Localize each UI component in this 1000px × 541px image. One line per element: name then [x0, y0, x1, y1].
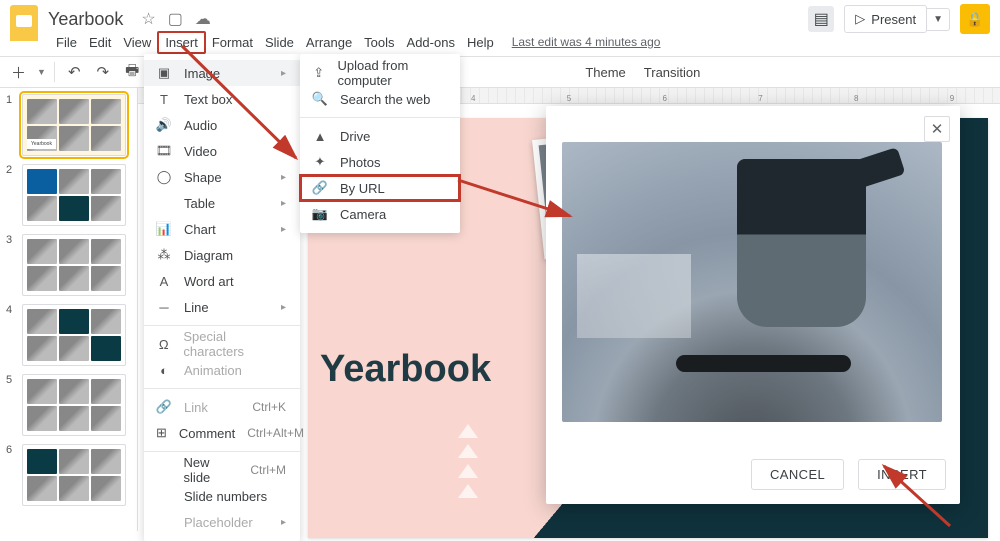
- insert-by-url-dialog: ✕ CANCEL INSERT: [546, 106, 960, 504]
- drive-icon: ▲: [312, 128, 328, 144]
- menu-tools[interactable]: Tools: [358, 33, 400, 52]
- cancel-button[interactable]: CANCEL: [751, 459, 844, 490]
- slide-thumb[interactable]: [22, 164, 126, 226]
- menu-upload-computer[interactable]: ⇪Upload from computer: [300, 60, 460, 86]
- textbox-icon: T: [156, 91, 172, 107]
- menu-edit[interactable]: Edit: [83, 33, 117, 52]
- slide-thumb[interactable]: [22, 234, 126, 296]
- menu-arrange[interactable]: Arrange: [300, 33, 358, 52]
- menu-photos[interactable]: ✦Photos: [300, 149, 460, 175]
- menu-by-url[interactable]: 🔗By URL: [300, 175, 460, 201]
- share-lock-button[interactable]: 🔒: [960, 4, 990, 34]
- last-edit-link[interactable]: Last edit was 4 minutes ago: [512, 35, 661, 49]
- slide-title-text[interactable]: Yearbook: [320, 348, 491, 391]
- audio-icon: 🔊: [156, 117, 172, 133]
- menu-slide[interactable]: Slide: [259, 33, 300, 52]
- comment-icon: ▤: [814, 9, 829, 29]
- close-icon: ✕: [931, 120, 944, 138]
- thumb-number: 6: [6, 444, 16, 506]
- menu-insert-special[interactable]: ΩSpecial characters: [144, 331, 300, 357]
- thumb-number: 5: [6, 374, 16, 436]
- tab-transition[interactable]: Transition: [644, 65, 701, 80]
- menu-help[interactable]: Help: [461, 33, 500, 52]
- menu-insert-shape[interactable]: ◯Shape▸: [144, 164, 300, 190]
- upload-icon: ⇪: [312, 65, 326, 81]
- menu-insert-animation[interactable]: ◐Animation: [144, 357, 300, 383]
- menu-insert-textbox[interactable]: TText box: [144, 86, 300, 112]
- menu-insert-slidenum[interactable]: Slide numbers: [144, 483, 300, 509]
- shape-icon: ◯: [156, 169, 172, 185]
- menu-insert[interactable]: Insert: [157, 31, 206, 54]
- menu-insert-table[interactable]: Table▸: [144, 190, 300, 216]
- menu-insert-video[interactable]: 🎞Video: [144, 138, 300, 164]
- menu-insert-comment[interactable]: ⊞CommentCtrl+Alt+M: [144, 420, 300, 446]
- menu-bar: File Edit View Insert Format Slide Arran…: [0, 32, 1000, 56]
- photos-icon: ✦: [312, 154, 328, 170]
- menu-insert-placeholder[interactable]: Placeholder▸: [144, 509, 300, 535]
- menu-format[interactable]: Format: [206, 33, 259, 52]
- star-icon[interactable]: ☆: [141, 9, 155, 29]
- comments-button[interactable]: ▤: [808, 6, 834, 32]
- menu-insert-audio[interactable]: 🔊Audio: [144, 112, 300, 138]
- doc-title[interactable]: Yearbook: [48, 9, 123, 30]
- submenu-arrow-icon: ▸: [281, 68, 286, 79]
- tab-theme[interactable]: Theme: [585, 65, 625, 80]
- slide-thumb[interactable]: [22, 444, 126, 506]
- menu-insert-newslide[interactable]: New slideCtrl+M: [144, 457, 300, 483]
- menu-insert-wordart[interactable]: AWord art: [144, 268, 300, 294]
- menu-insert-image[interactable]: ▣Image▸: [144, 60, 300, 86]
- cloud-icon[interactable]: ☁: [195, 9, 211, 29]
- menu-drive[interactable]: ▲Drive: [300, 123, 460, 149]
- camera-icon: 📷: [312, 206, 328, 222]
- insert-dropdown: ▣Image▸ TText box 🔊Audio 🎞Video ◯Shape▸ …: [144, 54, 300, 541]
- insert-button[interactable]: INSERT: [858, 459, 946, 490]
- menu-insert-link[interactable]: 🔗LinkCtrl+K: [144, 394, 300, 420]
- search-icon: 🔍: [312, 91, 328, 107]
- link-icon: 🔗: [312, 180, 328, 196]
- diagram-icon: ⁂: [156, 247, 172, 263]
- image-submenu: ⇪Upload from computer 🔍Search the web ▲D…: [300, 54, 460, 233]
- menu-addons[interactable]: Add-ons: [401, 33, 461, 52]
- line-icon: ─: [156, 299, 172, 315]
- image-preview: [562, 142, 942, 422]
- special-char-icon: Ω: [156, 336, 171, 352]
- present-dropdown[interactable]: ▼: [927, 8, 950, 31]
- new-slide-button[interactable]: ＋: [6, 58, 31, 87]
- slide-thumb[interactable]: [22, 304, 126, 366]
- menu-insert-chart[interactable]: 📊Chart▸: [144, 216, 300, 242]
- present-icon: ▷: [855, 11, 865, 27]
- video-icon: 🎞: [156, 143, 172, 159]
- menu-insert-diagram[interactable]: ⁂Diagram: [144, 242, 300, 268]
- comment-plus-icon: ⊞: [156, 425, 167, 441]
- menu-camera[interactable]: 📷Camera: [300, 201, 460, 227]
- image-icon: ▣: [156, 65, 172, 81]
- menu-file[interactable]: File: [50, 33, 83, 52]
- slides-logo-icon: [10, 5, 38, 41]
- thumb-number: 2: [6, 164, 16, 226]
- slide-thumb[interactable]: Yearbook: [22, 94, 126, 156]
- undo-button[interactable]: ↶: [63, 59, 86, 85]
- link-icon: 🔗: [156, 399, 172, 415]
- dialog-close-button[interactable]: ✕: [924, 116, 950, 142]
- present-label: Present: [871, 12, 916, 27]
- present-button[interactable]: ▷ Present: [844, 5, 927, 33]
- move-icon[interactable]: ▢: [168, 9, 183, 29]
- thumb-number: 1: [6, 94, 16, 156]
- slide-thumbnails: 1Yearbook 2 3 4 5 6: [0, 88, 138, 531]
- chart-icon: 📊: [156, 221, 172, 237]
- menu-view[interactable]: View: [117, 33, 157, 52]
- menu-insert-line[interactable]: ─Line▸: [144, 294, 300, 320]
- redo-button[interactable]: ↷: [92, 59, 115, 85]
- slide-thumb[interactable]: [22, 374, 126, 436]
- animation-icon: ◐: [156, 362, 172, 378]
- menu-search-web[interactable]: 🔍Search the web: [300, 86, 460, 112]
- lock-icon: 🔒: [966, 11, 983, 28]
- wordart-icon: A: [156, 273, 172, 289]
- thumb-number: 4: [6, 304, 16, 366]
- thumb-number: 3: [6, 234, 16, 296]
- print-button[interactable]: 🖶: [120, 56, 144, 89]
